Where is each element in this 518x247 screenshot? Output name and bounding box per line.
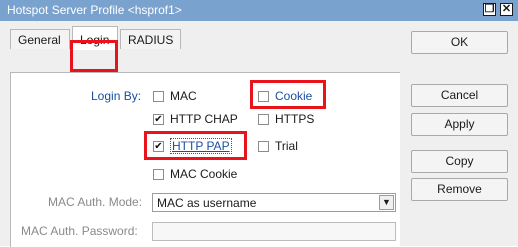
trial-checkbox-box[interactable] — [258, 141, 269, 152]
login-by-label: Login By: — [91, 89, 142, 103]
cookie-checkbox-label: Cookie — [275, 89, 313, 103]
https-checkbox-box[interactable] — [258, 114, 269, 125]
http-pap-checkbox-label: HTTP PAP — [170, 138, 232, 154]
mac-checkbox-box[interactable] — [153, 91, 164, 102]
mac-auth-password-input[interactable] — [152, 222, 396, 241]
mac-checkbox-label: MAC — [170, 89, 197, 103]
apply-button[interactable]: Apply — [411, 113, 508, 136]
restore-icon[interactable]: ❐ — [483, 3, 496, 16]
tab-general[interactable]: General — [10, 29, 70, 49]
http-chap-checkbox-box[interactable]: ✔ — [153, 114, 164, 125]
title-bar: Hotspot Server Profile <hsprof1> ❐ ✕ — [0, 0, 518, 21]
mac-cookie-checkbox-label: MAC Cookie — [170, 167, 238, 181]
close-icon[interactable]: ✕ — [500, 3, 513, 16]
copy-button[interactable]: Copy — [411, 150, 508, 173]
cookie-checkbox-box[interactable] — [258, 91, 269, 102]
remove-button[interactable]: Remove — [411, 178, 508, 201]
http-chap-checkbox-label: HTTP CHAP — [170, 112, 238, 126]
tab-radius[interactable]: RADIUS — [120, 29, 181, 49]
ok-button[interactable]: OK — [411, 31, 508, 54]
trial-checkbox-label: Trial — [275, 139, 298, 153]
mac-auth-mode-value: MAC as username — [157, 196, 257, 210]
mac-auth-password-label: MAC Auth. Password: — [21, 224, 138, 238]
dropdown-arrow-icon[interactable]: ▼ — [379, 195, 394, 210]
cancel-button[interactable]: Cancel — [411, 84, 508, 107]
mac-auth-mode-select[interactable]: MAC as username ▼ — [152, 193, 396, 212]
window-title: Hotspot Server Profile <hsprof1> — [7, 3, 182, 17]
http-pap-checkbox-box[interactable]: ✔ — [153, 141, 164, 152]
mac-cookie-checkbox-box[interactable] — [153, 169, 164, 180]
login-tab-panel — [10, 72, 400, 247]
mac-auth-mode-label: MAC Auth. Mode: — [48, 195, 143, 209]
https-checkbox-label: HTTPS — [275, 112, 315, 126]
tab-login[interactable]: Login — [72, 26, 118, 50]
